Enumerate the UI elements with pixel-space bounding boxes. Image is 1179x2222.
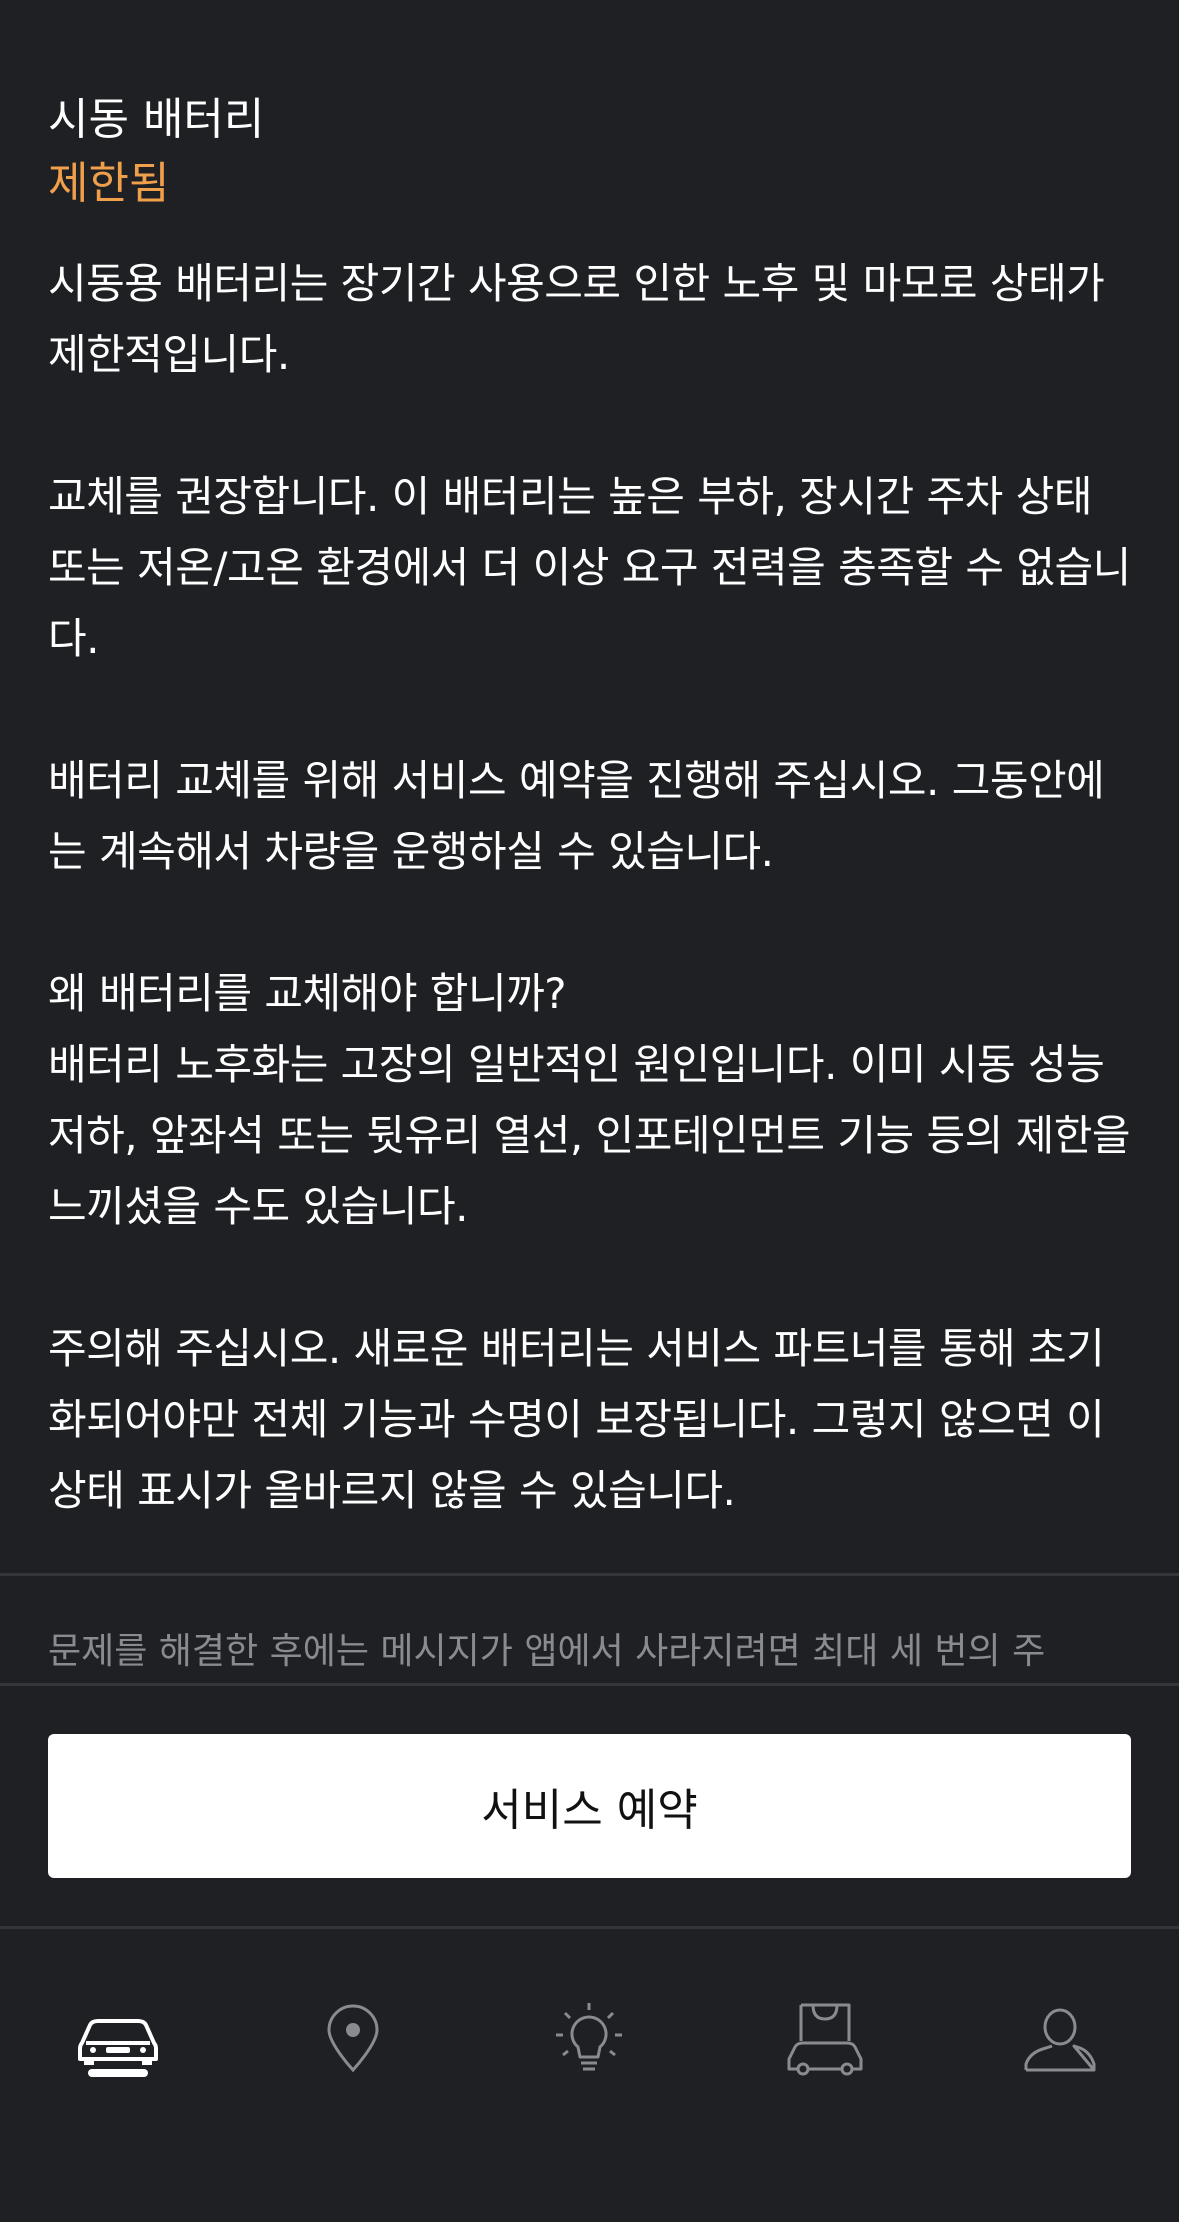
book-service-button[interactable]: 서비스 예약 bbox=[48, 1734, 1131, 1878]
location-pin-icon bbox=[327, 2004, 379, 2073]
divider bbox=[0, 1683, 1179, 1686]
active-tab-indicator bbox=[88, 2069, 148, 2077]
divider bbox=[0, 1573, 1179, 1576]
tab-profile[interactable] bbox=[1000, 1979, 1120, 2099]
description-text: 시동용 배터리는 장기간 사용으로 인한 노후 및 마모로 상태가 제한적입니다… bbox=[48, 259, 1131, 1515]
shop-car-icon bbox=[787, 2003, 863, 2076]
lightbulb-icon bbox=[556, 2003, 622, 2071]
car-icon bbox=[78, 2019, 158, 2065]
tab-shop[interactable] bbox=[765, 1979, 885, 2099]
tab-vehicle[interactable] bbox=[58, 1979, 178, 2099]
profile-icon bbox=[1024, 2008, 1096, 2072]
bottom-tab-bar bbox=[0, 1926, 1179, 2222]
tab-map[interactable] bbox=[293, 1979, 413, 2099]
status-label: 제한됨 bbox=[48, 158, 170, 209]
battery-detail-content: 시동 배터리 제한됨 시동용 배터리는 장기간 사용으로 인한 노후 및 마모로… bbox=[48, 90, 1131, 1526]
page-title: 시동 배터리 bbox=[48, 94, 265, 145]
footnote-text: 문제를 해결한 후에는 메시지가 앱에서 사라지려면 최대 세 번의 주 bbox=[48, 1631, 1046, 1672]
tab-discover[interactable] bbox=[529, 1979, 649, 2099]
